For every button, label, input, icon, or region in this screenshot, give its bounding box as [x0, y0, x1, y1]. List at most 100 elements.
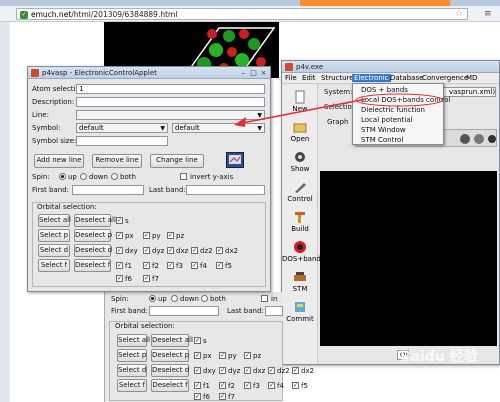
orbital-f3-checkbox[interactable]: ✓	[167, 262, 174, 269]
menu-database[interactable]: Database	[390, 74, 423, 82]
tool-commit[interactable]: Commit	[282, 300, 318, 323]
orbital-f4-checkbox[interactable]: ✓	[191, 262, 198, 269]
bg-orbital-f3-label: f3	[253, 382, 260, 390]
symbol-select-1[interactable]: default ▼	[76, 123, 168, 133]
bg-orbital-dyz-checkbox[interactable]: ✓	[219, 367, 226, 374]
close-icon[interactable]: ×	[259, 69, 268, 77]
orbital-f1-checkbox[interactable]: ✓	[116, 262, 123, 269]
menu-edit[interactable]: Edit	[302, 74, 316, 82]
deselect-p-button[interactable]: Deselect p	[74, 229, 112, 242]
deselect-d-button[interactable]: Deselect d	[74, 244, 112, 257]
tool-control-label: Control	[287, 195, 313, 203]
bg-orbital-f6-label: f6	[203, 393, 210, 401]
select-d-button[interactable]: Select d	[38, 244, 70, 257]
tool-stm-label: STM	[292, 285, 308, 293]
bg-orbital-s-checkbox[interactable]: ✓	[194, 337, 201, 344]
bg-invert-checkbox[interactable]	[261, 295, 268, 302]
bg-first-band-label: First band:	[111, 307, 148, 315]
atom-selection-input[interactable]: 1	[76, 84, 265, 94]
orbital-f6-checkbox[interactable]: ✓	[116, 275, 123, 282]
bg-orbital-dxz-checkbox[interactable]: ✓	[244, 367, 251, 374]
tool-build[interactable]: Build	[282, 210, 318, 233]
invert-y-axis-checkbox[interactable]	[180, 173, 187, 180]
browser-menu-icon[interactable]: ≡	[484, 9, 494, 19]
orbital-dxz-checkbox[interactable]: ✓	[167, 247, 174, 254]
orbital-dz2-checkbox[interactable]: ✓	[191, 247, 198, 254]
bg-deselect-f-button[interactable]: Deselect f	[151, 379, 189, 392]
menu-md[interactable]: MD	[466, 74, 477, 82]
bg-spin-up-radio[interactable]	[149, 295, 156, 302]
menu-convergence[interactable]: Convergence	[422, 74, 468, 82]
bg-orbital-f4-checkbox[interactable]: ✓	[268, 382, 275, 389]
tool-stm[interactable]: STM	[282, 270, 318, 293]
orbital-dx2-checkbox[interactable]: ✓	[216, 247, 223, 254]
bg-spin-both-radio[interactable]	[201, 295, 208, 302]
bg-deselect-d-button[interactable]: Deselect d	[151, 364, 189, 377]
spin-both-radio[interactable]	[111, 173, 118, 180]
select-all-button[interactable]: Select all	[38, 214, 71, 227]
bg-select-d-button[interactable]: Select d	[117, 364, 147, 377]
bg-orbital-pz-checkbox[interactable]: ✓	[244, 352, 251, 359]
spin-down-radio[interactable]	[80, 173, 87, 180]
orbital-f7-checkbox[interactable]: ✓	[143, 275, 150, 282]
maximize-icon[interactable]: □	[249, 69, 258, 77]
tool-dos-bands[interactable]: DOS+bands	[282, 240, 324, 263]
bookmark-star-icon[interactable]: ☆	[455, 9, 463, 19]
bg-orbital-dx2-checkbox[interactable]: ✓	[292, 367, 299, 374]
add-new-line-button[interactable]: Add new line	[34, 154, 84, 168]
graph-preview-icon[interactable]	[226, 152, 244, 168]
deselect-f-button[interactable]: Deselect f	[74, 259, 111, 272]
tool-show[interactable]: Show	[282, 150, 318, 173]
bg-first-band-input[interactable]	[149, 306, 219, 316]
first-band-input[interactable]	[72, 185, 144, 195]
deselect-all-button[interactable]: Deselect all	[74, 214, 116, 227]
orbital-pz-checkbox[interactable]: ✓	[167, 232, 174, 239]
orbital-f2-checkbox[interactable]: ✓	[143, 262, 150, 269]
graph-canvas[interactable]	[320, 171, 497, 346]
orbital-s-checkbox[interactable]: ✓	[116, 217, 123, 224]
bg-orbital-dz2-checkbox[interactable]: ✓	[268, 367, 275, 374]
change-line-button[interactable]: Change line	[150, 154, 204, 168]
bg-orbital-f5-checkbox[interactable]: ✓	[292, 382, 299, 389]
orbital-py-label: py	[152, 232, 161, 240]
remove-line-button[interactable]: Remove line	[92, 154, 142, 168]
bg-deselect-p-button[interactable]: Deselect p	[151, 349, 189, 362]
last-band-input[interactable]	[186, 185, 265, 195]
annotation-arrow	[234, 98, 367, 127]
menu-electronic[interactable]: Electronic	[352, 74, 391, 82]
symbol-size-input[interactable]	[76, 136, 168, 146]
bg-orbital-dxy-checkbox[interactable]: ✓	[194, 367, 201, 374]
orbital-f1-label: f1	[125, 262, 132, 270]
select-f-button[interactable]: Select f	[38, 259, 70, 272]
bg-select-p-button[interactable]: Select p	[117, 349, 147, 362]
tool-control[interactable]: Control	[282, 180, 318, 203]
bg-last-band-input[interactable]	[265, 306, 283, 316]
bg-orbital-px-checkbox[interactable]: ✓	[194, 352, 201, 359]
orbital-dyz-checkbox[interactable]: ✓	[143, 247, 150, 254]
bg-orbital-f2-checkbox[interactable]: ✓	[219, 382, 226, 389]
select-p-button[interactable]: Select p	[38, 229, 70, 242]
bg-orbital-f1-checkbox[interactable]: ✓	[194, 382, 201, 389]
bg-orbital-f3-checkbox[interactable]: ✓	[244, 382, 251, 389]
bg-orbital-dyz-label: dyz	[228, 367, 241, 375]
menu-file[interactable]: File	[285, 74, 297, 82]
menu-structure[interactable]: Structure	[321, 74, 354, 82]
bg-orbital-f7-checkbox[interactable]: ✓	[219, 393, 226, 400]
minimize-icon[interactable]: –	[239, 69, 248, 77]
bg-orbital-f6-checkbox[interactable]: ✓	[194, 393, 201, 400]
bg-spin-down-radio[interactable]	[171, 295, 178, 302]
orbital-py-checkbox[interactable]: ✓	[143, 232, 150, 239]
url-field[interactable]: ✓ emuch.net/html/201309/6384889.html ☆	[16, 8, 468, 20]
atom	[239, 29, 249, 39]
bg-select-f-button[interactable]: Select f	[117, 379, 147, 392]
bg-deselect-all-button[interactable]: Deselect all	[151, 334, 193, 347]
bg-last-band-label: Last band:	[227, 307, 264, 315]
orbital-px-checkbox[interactable]: ✓	[116, 232, 123, 239]
orbital-dxy-checkbox[interactable]: ✓	[116, 247, 123, 254]
bg-select-all-button[interactable]: Select all	[117, 334, 150, 347]
show-icon	[295, 152, 305, 162]
spin-up-radio[interactable]	[59, 173, 66, 180]
bg-orbital-py-checkbox[interactable]: ✓	[219, 352, 226, 359]
orbital-f5-checkbox[interactable]: ✓	[216, 262, 223, 269]
bg-orbital-f1-label: f1	[203, 382, 210, 390]
